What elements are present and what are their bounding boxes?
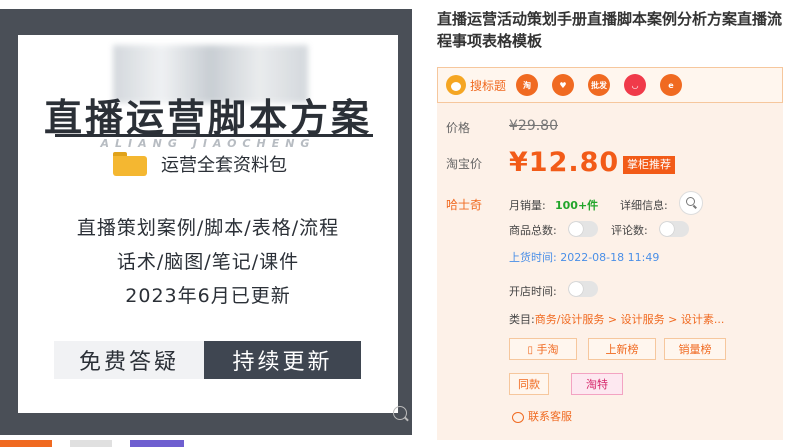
chat-icon [512, 411, 524, 423]
reviews-toggle[interactable] [659, 221, 689, 237]
body-line: 2023年6月已更新 [125, 285, 291, 307]
mobile-taobao-label: 手淘 [536, 343, 559, 356]
source-toolbar: 搜标题 淘 ♥ 批发 ◡ e [437, 67, 783, 103]
contact-label: 联系客服 [528, 410, 572, 423]
product-title[interactable]: 直播运营活动策划手册直播脚本案例分析方案直播流程事项表格模板 [437, 8, 787, 52]
zoom-icon[interactable] [393, 406, 407, 420]
cta-free-answer: 免费答疑 [54, 341, 204, 379]
open-time-label: 开店时间: [509, 285, 557, 298]
contact-service-link[interactable]: 联系客服 [512, 408, 572, 424]
folder-label: 运营全套资料包 [161, 155, 287, 176]
thumbnail[interactable] [130, 440, 184, 447]
price-label: 价格 [446, 121, 471, 135]
info-panel: 搜标题 淘 ♥ 批发 ◡ e 价格 ¥29.80 淘宝价 ¥12.80 掌柜推荐… [437, 67, 783, 440]
husky-icon [446, 75, 466, 95]
pifa-icon[interactable]: 批发 [588, 74, 611, 96]
thumbnail-strip [0, 440, 420, 447]
image-canvas: 直播运营脚本方案 ALIANG JIAOCHENG 运营全套资料包 直播策划案例… [18, 35, 398, 413]
thumbnail[interactable] [70, 440, 112, 447]
thumbnail-active[interactable] [0, 440, 52, 447]
sales-list-button[interactable]: 销量榜 [664, 338, 726, 360]
taobao-price: ¥12.80 [509, 147, 620, 178]
reviews-label: 评论数: [611, 224, 648, 237]
body-line: 话术/脑图/笔记/课件 [116, 251, 300, 273]
image-frame: 直播运营脚本方案 ALIANG JIAOCHENG 运营全套资料包 直播策划案例… [0, 9, 412, 435]
product-image[interactable]: 直播运营脚本方案 ALIANG JIAOCHENG 运营全套资料包 直播策划案例… [0, 0, 418, 447]
search-icon[interactable] [679, 191, 703, 215]
taote-button[interactable]: 淘特 [571, 373, 623, 395]
category-label: 类目: [509, 313, 535, 326]
body-line: 直播策划案例/脚本/表格/流程 [76, 217, 340, 239]
folder-icon [113, 152, 147, 176]
open-time-toggle[interactable] [568, 281, 598, 297]
watermark-text: ALIANG JIAOCHENG [100, 137, 316, 150]
mobile-taobao-button[interactable]: ▯ 手淘 [509, 338, 577, 360]
heart-icon[interactable]: ♥ [552, 74, 575, 96]
same-style-button[interactable]: 同款 [509, 373, 549, 395]
recommend-badge: 掌柜推荐 [623, 156, 675, 174]
body-lines: 直播策划案例/脚本/表格/流程 话术/脑图/笔记/课件 2023年6月已更新 [18, 211, 398, 313]
smile-icon[interactable]: ◡ [624, 74, 647, 96]
new-list-button[interactable]: 上新榜 [588, 338, 656, 360]
cta-continuous-update: 持续更新 [204, 341, 361, 379]
original-price: ¥29.80 [509, 118, 558, 134]
category-row: 类目:商务/设计服务 > 设计服务 > 设计素... [509, 311, 724, 327]
swirl-icon[interactable]: e [660, 74, 683, 96]
phone-icon: ▯ [527, 345, 533, 356]
category-link[interactable]: 商务/设计服务 > 设计服务 > 设计素... [535, 313, 725, 326]
total-products-label: 商品总数: [509, 224, 557, 237]
monthly-sales-label: 月销量: [509, 199, 546, 212]
taobao-icon[interactable]: 淘 [516, 74, 539, 96]
shop-name[interactable]: 哈士奇 [446, 196, 482, 213]
listing-time: 上货时间: 2022-08-18 11:49 [509, 251, 660, 264]
folder-row: 运营全套资料包 [113, 151, 287, 177]
search-title-link[interactable]: 搜标题 [470, 77, 506, 94]
total-products-toggle[interactable] [568, 221, 598, 237]
monthly-sales-value: 100+件 [555, 199, 599, 212]
cta-banner: 免费答疑 持续更新 [54, 341, 361, 379]
detail-info-label: 详细信息: [620, 199, 668, 212]
taobao-price-label: 淘宝价 [446, 157, 483, 171]
